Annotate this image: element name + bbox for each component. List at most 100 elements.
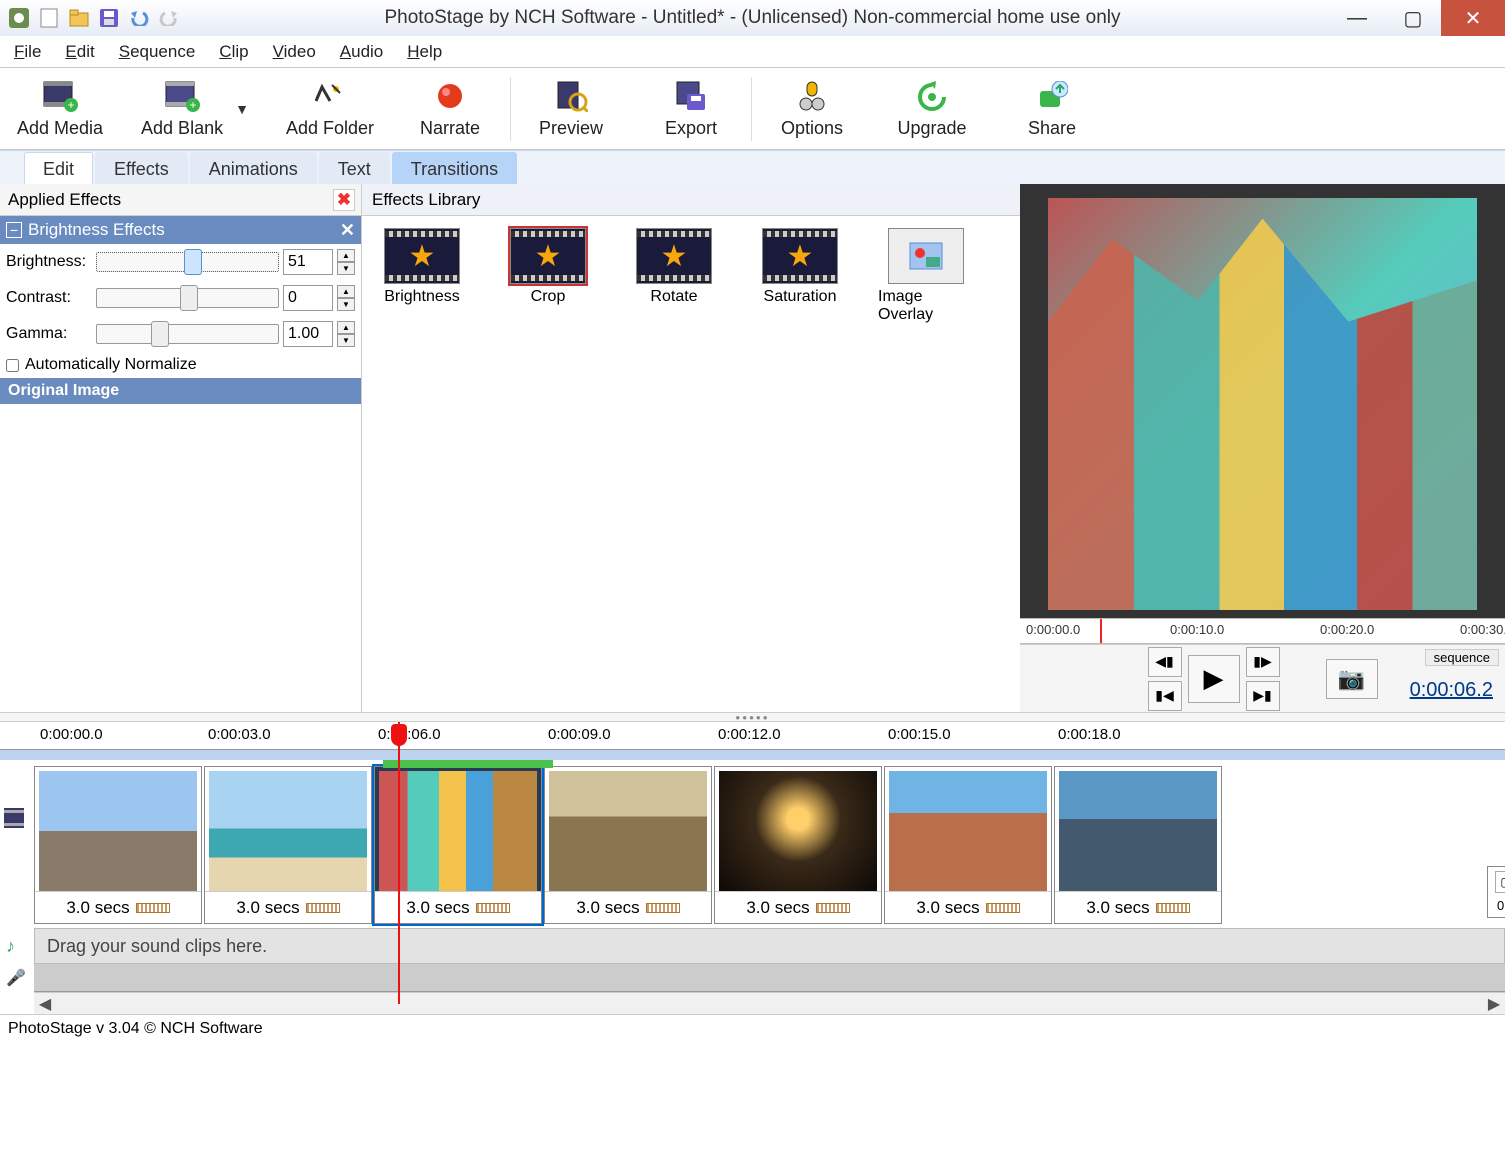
timeline: ▢0.5 3.0 secs ▢0.5 3.0 secs ▢0.5 3.0 sec…	[0, 760, 1505, 924]
duration-slider[interactable]	[646, 903, 680, 913]
open-icon[interactable]	[66, 5, 92, 31]
video-track-icon[interactable]	[4, 808, 26, 830]
undo-icon[interactable]	[126, 5, 152, 31]
export-icon	[671, 78, 711, 114]
go-end-button[interactable]: ▶▮	[1246, 681, 1280, 711]
menu-video[interactable]: Video	[273, 42, 316, 62]
original-image-header[interactable]: Original Image	[0, 378, 361, 404]
mic-track-icon[interactable]: 🎤	[6, 968, 26, 988]
sound-track[interactable]: Drag your sound clips here.	[34, 928, 1505, 964]
auto-normalize-checkbox[interactable]	[6, 359, 19, 372]
share-button[interactable]: Share	[992, 68, 1112, 150]
library-item-rotate[interactable]: ★Rotate	[626, 228, 722, 324]
add-blank-button[interactable]: + Add Blank ▼	[120, 68, 270, 150]
brightness-spinner[interactable]: ▲▼	[337, 249, 355, 275]
menu-sequence[interactable]: Sequence	[119, 42, 196, 62]
maximize-button[interactable]: ▢	[1385, 0, 1441, 36]
scroll-left-icon[interactable]: ◀	[34, 994, 56, 1014]
clip-6[interactable]: ▢0.5 3.0 secs	[884, 766, 1052, 924]
export-label: Export	[665, 118, 717, 139]
play-button[interactable]: ▶	[1188, 655, 1240, 703]
upgrade-icon	[912, 78, 952, 114]
save-icon[interactable]	[96, 5, 122, 31]
prev-frame-button[interactable]: ◀▮	[1148, 647, 1182, 677]
panel-tabs: Edit Effects Animations Text Transitions	[0, 150, 1505, 184]
library-item-saturation[interactable]: ★Saturation	[752, 228, 848, 324]
library-item-crop[interactable]: ★Crop	[500, 228, 596, 324]
delete-effect-icon[interactable]: ✖	[333, 189, 355, 211]
duration-slider[interactable]	[1156, 903, 1190, 913]
brightness-label: Brightness:	[6, 253, 92, 271]
gamma-value[interactable]: 1.00	[283, 321, 333, 347]
clip-thumbnail	[209, 771, 367, 891]
options-label: Options	[781, 118, 843, 139]
gamma-slider[interactable]	[96, 324, 279, 344]
menu-clip[interactable]: Clip	[219, 42, 248, 62]
add-media-label: Add Media	[17, 118, 103, 139]
remove-effect-icon[interactable]: ✕	[340, 220, 355, 241]
menu-audio[interactable]: Audio	[340, 42, 383, 62]
duration-slider[interactable]	[986, 903, 1020, 913]
brightness-slider[interactable]	[96, 252, 279, 272]
duration-slider[interactable]	[476, 903, 510, 913]
scroll-right-icon[interactable]: ▶	[1483, 994, 1505, 1014]
contrast-slider[interactable]	[96, 288, 279, 308]
narrate-button[interactable]: Narrate	[390, 68, 510, 150]
redo-icon[interactable]	[156, 5, 182, 31]
timeline-ruler[interactable]: 0:00:00.0 0:00:03.0 0:00:06.0 0:00:09.0 …	[0, 722, 1505, 750]
main-toolbar: + Add Media + Add Blank ▼ Add Folder Nar…	[0, 68, 1505, 150]
clip-thumbnail	[719, 771, 877, 891]
preview-icon	[551, 78, 591, 114]
menu-edit[interactable]: Edit	[65, 42, 94, 62]
preview-time[interactable]: 0:00:06.2	[1410, 679, 1493, 702]
clip-5[interactable]: ▢0.5 3.0 secs	[714, 766, 882, 924]
tab-animations[interactable]: Animations	[190, 152, 317, 184]
clip-7[interactable]: 3.0 secs	[1054, 766, 1222, 924]
duration-slider[interactable]	[136, 903, 170, 913]
upgrade-button[interactable]: Upgrade	[872, 68, 992, 150]
add-folder-button[interactable]: Add Folder	[270, 68, 390, 150]
menu-file[interactable]: File	[14, 42, 41, 62]
preview-ruler[interactable]: 0:00:00.0 0:00:10.0 0:00:20.0 0:00:30.0	[1020, 618, 1505, 644]
library-item-brightness[interactable]: ★Brightness	[374, 228, 470, 324]
contrast-spinner[interactable]: ▲▼	[337, 285, 355, 311]
gamma-spinner[interactable]: ▲▼	[337, 321, 355, 347]
collapse-icon[interactable]: −	[6, 222, 22, 238]
close-button[interactable]: ✕	[1441, 0, 1505, 36]
minimize-button[interactable]: —	[1329, 0, 1385, 36]
duration-slider[interactable]	[816, 903, 850, 913]
music-track-icon[interactable]: ♪	[6, 936, 15, 957]
timeline-scrollbar[interactable]: ◀ ▶	[34, 992, 1505, 1014]
library-item-image-overlay[interactable]: Image Overlay	[878, 228, 974, 324]
brightness-effect-header[interactable]: − Brightness Effects ✕	[0, 216, 361, 244]
transition-badge[interactable]: ▢0.5	[1487, 866, 1505, 918]
tab-edit[interactable]: Edit	[24, 152, 93, 184]
clip-1[interactable]: ▢0.5 3.0 secs	[34, 766, 202, 924]
preview-playhead[interactable]	[1100, 619, 1102, 643]
duration-slider[interactable]	[306, 903, 340, 913]
sequence-label[interactable]: sequence	[1425, 649, 1499, 666]
tab-text[interactable]: Text	[319, 152, 390, 184]
clip-2[interactable]: ▢0.5 3.0 secs	[204, 766, 372, 924]
window-title: PhotoStage by NCH Software - Untitled* -…	[384, 7, 1120, 29]
clip-4[interactable]: ▢0.5 3.0 secs	[544, 766, 712, 924]
add-blank-label: Add Blank	[141, 118, 223, 139]
tab-transitions[interactable]: Transitions	[392, 152, 517, 184]
dropdown-caret-icon[interactable]: ▼	[235, 101, 249, 117]
auto-normalize-row[interactable]: Automatically Normalize	[0, 352, 361, 378]
snapshot-button[interactable]: 📷	[1326, 659, 1378, 699]
menu-help[interactable]: Help	[407, 42, 442, 62]
new-icon[interactable]	[36, 5, 62, 31]
brightness-value[interactable]: 51	[283, 249, 333, 275]
timeline-playhead-line[interactable]	[398, 722, 400, 1004]
export-button[interactable]: Export	[631, 68, 751, 150]
contrast-value[interactable]: 0	[283, 285, 333, 311]
preview-button[interactable]: Preview	[511, 68, 631, 150]
options-button[interactable]: Options	[752, 68, 872, 150]
narration-track[interactable]	[34, 964, 1505, 992]
splitter-handle[interactable]: ●●●●●	[0, 712, 1505, 722]
go-start-button[interactable]: ▮◀	[1148, 681, 1182, 711]
next-frame-button[interactable]: ▮▶	[1246, 647, 1280, 677]
add-media-button[interactable]: + Add Media	[0, 68, 120, 150]
tab-effects[interactable]: Effects	[95, 152, 188, 184]
